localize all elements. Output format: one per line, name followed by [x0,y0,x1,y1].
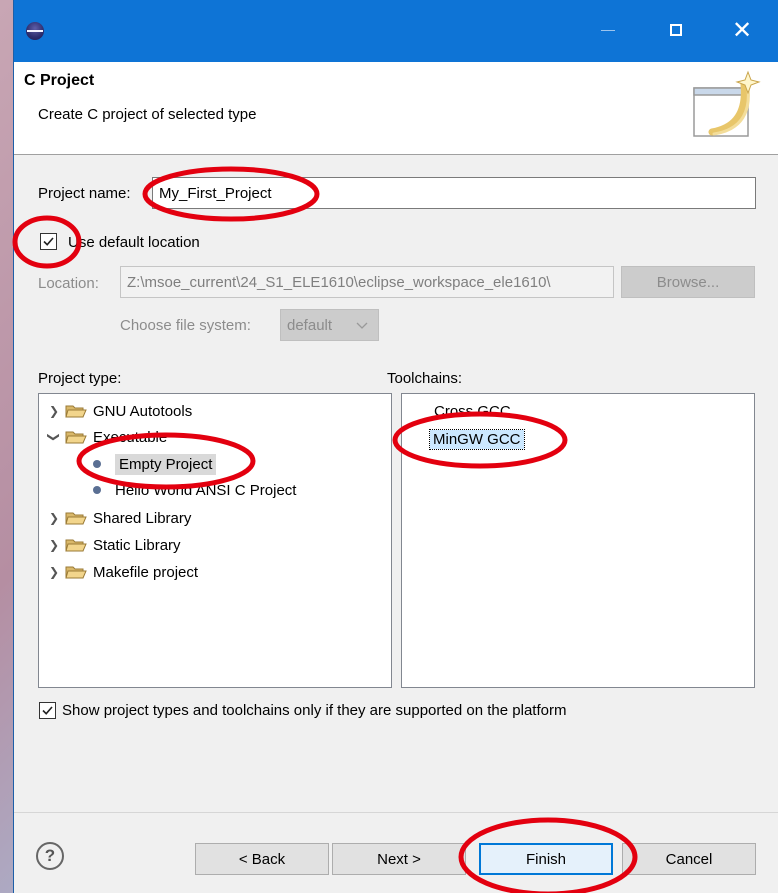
help-icon[interactable]: ? [36,842,64,870]
wizard-description: Create C project of selected type [38,106,257,123]
supported-only-label[interactable]: Show project types and toolchains only i… [62,702,566,719]
chevron-down-icon[interactable]: ❯ [47,430,61,444]
file-system-value: default [287,316,333,334]
eclipse-icon [26,22,44,40]
chevron-right-icon[interactable]: ❯ [47,511,61,525]
project-name-value: My_First_Project [159,184,272,202]
file-system-select[interactable]: default [280,309,379,341]
project-name-label: Project name: [38,185,131,202]
location-input[interactable]: Z:\msoe_current\24_S1_ELE1610\eclipse_wo… [120,266,614,298]
back-button[interactable]: < Back [195,843,329,875]
footer-separator [14,812,778,813]
c-project-dialog: ✕ C Project Create C project of selected… [13,0,778,893]
project-type-label: Project type: [38,370,122,387]
folder-icon [65,512,87,525]
tree-item-label: Hello World ANSI C Project [115,481,297,499]
toolchain-label: Cross GCC [434,402,511,420]
toolchain-cross-gcc[interactable]: Cross GCC [434,398,511,424]
header-separator [14,154,778,155]
folder-open-icon [65,431,87,444]
tree-item-hello-world[interactable]: Hello World ANSI C Project [89,477,296,503]
chevron-right-icon[interactable]: ❯ [47,538,61,552]
tree-item-label: Makefile project [93,563,199,581]
browse-button[interactable]: Browse... [621,266,755,298]
maximize-button[interactable] [658,14,694,46]
chevron-right-icon[interactable]: ❯ [47,404,61,418]
chevron-right-icon[interactable]: ❯ [47,565,61,579]
cancel-button[interactable]: Cancel [622,843,756,875]
toolchain-mingw-gcc[interactable]: MinGW GCC [429,426,525,452]
use-default-location-checkbox[interactable] [40,233,57,250]
toolchain-label: MinGW GCC [429,428,525,450]
project-type-tree[interactable]: ❯ GNU Autotools ❯ Executable Empty Proje… [38,393,392,688]
wizard-banner-icon [693,70,761,137]
tree-item-makefile-project[interactable]: ❯ Makefile project [47,559,198,585]
tree-item-gnu-autotools[interactable]: ❯ GNU Autotools [47,398,192,424]
chevron-down-icon [356,322,368,329]
tree-item-empty-project[interactable]: Empty Project [89,451,217,477]
next-button[interactable]: Next > [332,843,466,875]
minimize-button[interactable] [590,14,626,46]
tree-item-static-library[interactable]: ❯ Static Library [47,532,181,558]
tree-item-executable[interactable]: ❯ Executable [47,424,167,450]
supported-only-checkbox[interactable] [39,702,56,719]
finish-button[interactable]: Finish [479,843,613,875]
checkmark-icon [42,706,53,715]
file-system-label: Choose file system: [120,317,251,334]
use-default-location-label[interactable]: Use default location [68,234,200,251]
tree-item-shared-library[interactable]: ❯ Shared Library [47,505,191,531]
location-label: Location: [38,275,99,292]
tree-item-label: GNU Autotools [93,402,193,420]
close-icon: ✕ [731,16,753,44]
folder-icon [65,566,87,579]
project-template-icon [93,460,101,468]
project-template-icon [93,486,101,494]
wizard-header: C Project Create C project of selected t… [14,62,778,154]
tree-item-label: Executable [93,428,168,446]
toolchains-list[interactable]: Cross GCC MinGW GCC [401,393,755,688]
folder-icon [65,539,87,552]
toolchains-label: Toolchains: [387,370,463,387]
tree-item-label: Empty Project [115,453,217,475]
minimize-icon [601,29,615,31]
checkmark-icon [43,237,54,246]
title-bar[interactable]: ✕ [14,0,778,62]
tree-item-label: Static Library [93,536,181,554]
project-name-input[interactable]: My_First_Project [152,177,756,209]
close-button[interactable]: ✕ [724,14,760,46]
tree-item-label: Shared Library [93,509,192,527]
maximize-icon [670,24,682,36]
wizard-title: C Project [24,72,95,89]
location-value: Z:\msoe_current\24_S1_ELE1610\eclipse_wo… [127,273,551,291]
folder-icon [65,405,87,418]
